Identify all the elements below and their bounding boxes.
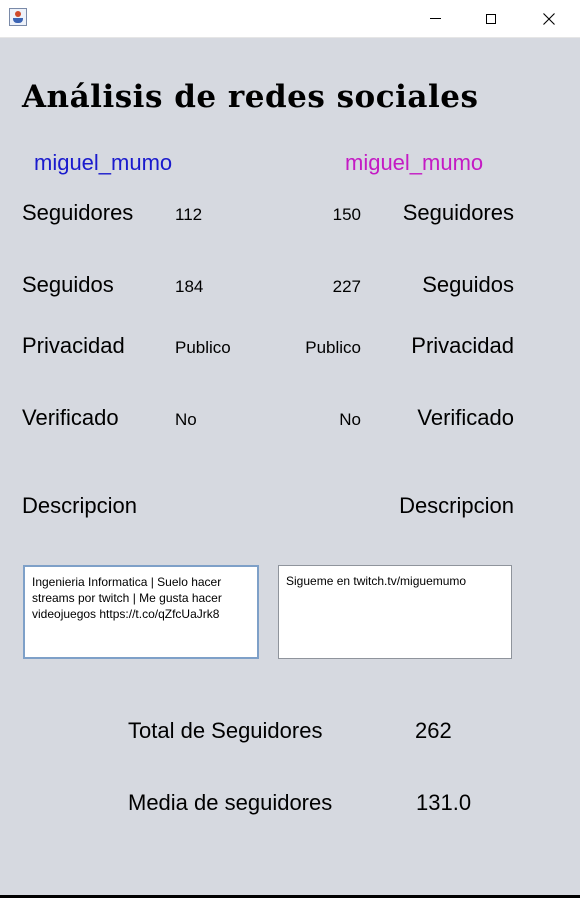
right-followers-value: 150 xyxy=(332,205,361,224)
right-following-label: Seguidos xyxy=(422,272,514,297)
right-username: miguel_mumo xyxy=(345,150,484,175)
average-followers-value: 131.0 xyxy=(416,790,472,815)
minimize-icon xyxy=(429,18,441,19)
right-description-textarea[interactable]: Sigueme en twitch.tv/miguemumo xyxy=(278,565,512,659)
left-following-label: Seguidos xyxy=(22,272,114,297)
page-title: Análisis de redes sociales xyxy=(22,79,479,115)
left-privacy-value: Publico xyxy=(175,338,231,357)
left-followers-value: 112 xyxy=(175,205,203,224)
left-verified-value: No xyxy=(175,410,197,429)
left-description-textarea[interactable]: Ingenieria Informatica | Suelo hacer str… xyxy=(23,565,259,659)
title-bar xyxy=(0,0,580,38)
minimize-button[interactable] xyxy=(406,0,464,37)
right-privacy-value: Publico xyxy=(305,338,361,357)
left-followers-label: Seguidores xyxy=(22,200,134,225)
close-icon xyxy=(543,12,555,25)
right-followers-label: Seguidores xyxy=(402,200,514,225)
left-username: miguel_mumo xyxy=(34,150,173,175)
java-app-icon xyxy=(9,8,27,26)
left-description-label: Descripcion xyxy=(22,493,137,518)
close-button[interactable] xyxy=(520,0,578,37)
maximize-icon xyxy=(486,13,496,24)
average-followers-label: Media de seguidores xyxy=(128,790,333,815)
total-followers-value: 262 xyxy=(415,718,452,743)
left-verified-label: Verificado xyxy=(22,405,119,430)
maximize-button[interactable] xyxy=(462,0,520,37)
total-followers-label: Total de Seguidores xyxy=(128,718,323,743)
right-description-label: Descripcion xyxy=(399,493,514,518)
right-verified-value: No xyxy=(339,410,361,429)
right-following-value: 227 xyxy=(332,277,361,296)
left-following-value: 184 xyxy=(175,277,204,296)
right-verified-label: Verificado xyxy=(417,405,514,430)
right-privacy-label: Privacidad xyxy=(411,333,514,358)
left-privacy-label: Privacidad xyxy=(22,333,125,358)
